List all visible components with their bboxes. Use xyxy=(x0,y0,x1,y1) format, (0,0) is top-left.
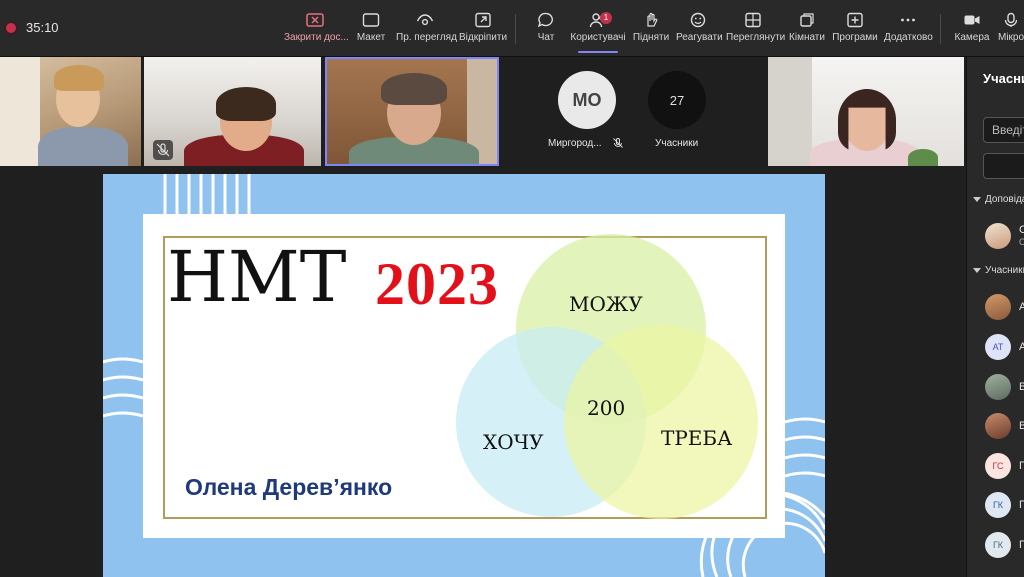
add-app-icon xyxy=(847,12,863,28)
muted-mic-icon xyxy=(153,140,173,160)
toolbar-divider xyxy=(515,14,516,44)
toolbar-divider xyxy=(940,14,941,44)
raise-hand-button[interactable]: Підняти xyxy=(632,10,670,50)
list-item[interactable]: ГК Г xyxy=(985,532,1024,558)
eye-icon xyxy=(416,14,434,26)
list-item[interactable]: А xyxy=(985,294,1024,320)
rooms-icon xyxy=(800,13,814,27)
camera-button[interactable]: Камера xyxy=(954,10,990,50)
slide-author: Олена Дерев’янко xyxy=(185,474,393,500)
video-background xyxy=(768,57,812,166)
recording-indicator-icon xyxy=(6,23,16,33)
avatar xyxy=(985,294,1011,320)
stop-share-icon xyxy=(306,13,324,27)
slide-year: 2023 xyxy=(375,251,499,317)
shared-presentation-slide: НМТ 2023 МОЖУ ХОЧУ ТРЕБА 200 Олена Дерев… xyxy=(103,174,825,577)
more-icon xyxy=(901,18,915,22)
video-background xyxy=(0,57,40,166)
avatar: АТ xyxy=(985,334,1011,360)
venn-label-top: МОЖУ xyxy=(569,292,643,316)
slide-title: НМТ xyxy=(167,236,347,318)
people-count-badge: 1 xyxy=(600,12,612,24)
participant-hair xyxy=(54,65,104,91)
apps-button[interactable]: Програми xyxy=(832,10,878,50)
venn-circle-right xyxy=(564,325,758,519)
people-button[interactable]: 1 Користувачі xyxy=(570,10,626,53)
active-tab-indicator xyxy=(578,51,618,53)
plant xyxy=(908,149,938,166)
participants-panel: Учасники Введіть Доповідачі С О Учасники… xyxy=(966,57,1024,577)
participant-avatar[interactable]: МО xyxy=(558,71,616,129)
venn-label-left: ХОЧУ xyxy=(483,430,544,454)
section-attendees[interactable]: Учасники xyxy=(973,265,1024,276)
participant-name: Миргород... xyxy=(548,138,602,149)
participant-figure xyxy=(38,127,128,166)
chevron-down-icon xyxy=(973,267,981,273)
smiley-icon xyxy=(690,12,706,28)
pop-out-button[interactable]: Відкріпити xyxy=(459,10,507,50)
meeting-toolbar: 35:10 Закрити дос... Макет Пр. перегляд … xyxy=(0,0,1024,57)
raise-hand-icon xyxy=(647,12,658,27)
list-item[interactable]: ГК Г xyxy=(985,492,1024,518)
list-item[interactable]: В xyxy=(985,374,1024,400)
participant-hair xyxy=(216,87,276,121)
microphone-icon xyxy=(1004,12,1018,27)
avatar: ГК xyxy=(985,492,1011,518)
presenter-list-item[interactable]: С О xyxy=(985,223,1024,249)
more-button[interactable]: Додатково xyxy=(884,10,933,50)
participant-video-tile[interactable] xyxy=(0,57,141,166)
microphone-button[interactable]: Мікро xyxy=(998,10,1024,50)
pop-out-icon xyxy=(475,12,491,28)
active-speaker-video-tile[interactable] xyxy=(325,57,499,166)
secondary-input[interactable] xyxy=(983,153,1024,179)
participant-count-label: Учасники xyxy=(655,138,699,149)
layout-button[interactable]: Макет xyxy=(352,10,390,50)
meeting-timer: 35:10 xyxy=(26,20,59,35)
venn-label-right: ТРЕБА xyxy=(661,426,733,450)
muted-mic-icon xyxy=(613,138,623,148)
list-item[interactable]: В xyxy=(985,413,1024,439)
stop-sharing-button[interactable]: Закрити дос... xyxy=(284,10,349,50)
participant-hair xyxy=(381,73,447,105)
react-button[interactable]: Реагувати xyxy=(676,10,723,50)
avatar xyxy=(985,374,1011,400)
chat-icon xyxy=(537,12,553,28)
panel-title: Учасники xyxy=(983,71,1024,86)
chat-button[interactable]: Чат xyxy=(530,10,562,50)
participant-video-tile[interactable] xyxy=(768,57,964,166)
list-item[interactable]: АТ А xyxy=(985,334,1024,360)
view-button[interactable]: Переглянути xyxy=(726,10,785,50)
avatar: ГС xyxy=(985,453,1011,479)
avatar xyxy=(985,413,1011,439)
grid-view-icon xyxy=(745,12,761,28)
rooms-button[interactable]: Кімнати xyxy=(788,10,826,50)
avatar: ГК xyxy=(985,532,1011,558)
avatar xyxy=(985,223,1011,249)
list-item[interactable]: ГС Г xyxy=(985,453,1024,479)
search-input[interactable]: Введіть xyxy=(983,117,1024,143)
venn-label-center: 200 xyxy=(587,396,626,420)
venn-diagram xyxy=(456,234,758,519)
camera-icon xyxy=(964,15,980,25)
participant-count-bubble[interactable]: 27 xyxy=(648,71,706,129)
chevron-down-icon xyxy=(973,196,981,202)
section-presenters[interactable]: Доповідачі xyxy=(973,194,1024,205)
presenter-view-button[interactable]: Пр. перегляд xyxy=(396,10,457,50)
layout-icon xyxy=(362,13,380,27)
